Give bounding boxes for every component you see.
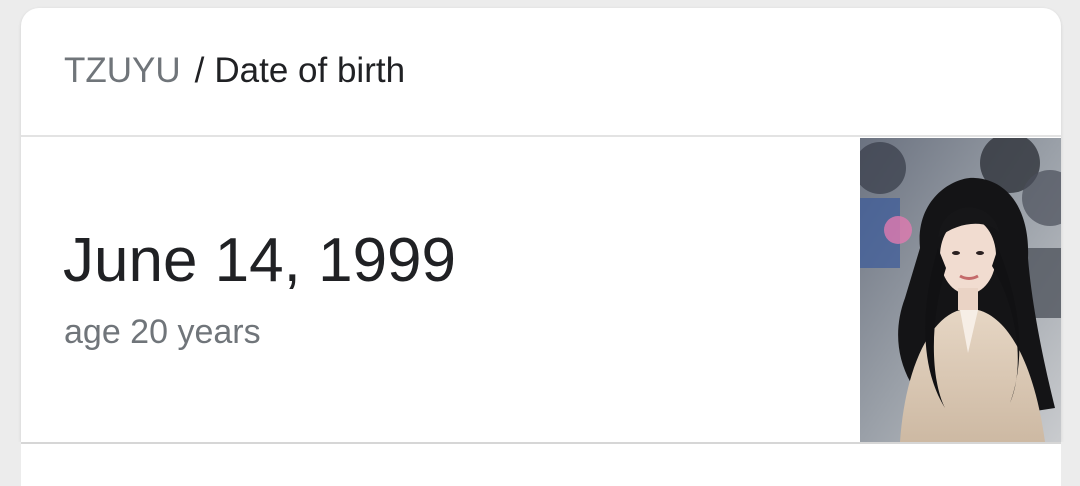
next-card: [21, 444, 1061, 486]
card-bottom-divider: [21, 442, 1061, 444]
breadcrumb-attribute: Date of birth: [214, 51, 406, 90]
person-photo-icon: [860, 138, 1061, 442]
breadcrumb-subject-link[interactable]: TZUYU: [64, 51, 181, 90]
header-divider: [21, 135, 1061, 137]
person-photo-thumbnail[interactable]: [860, 138, 1061, 442]
breadcrumb: TZUYU / Date of birth: [64, 51, 405, 91]
knowledge-card: TZUYU / Date of birth June 14, 1999 age 20…: [21, 8, 1061, 442]
answer-subtext: age 20 years: [64, 313, 261, 351]
breadcrumb-separator: /: [194, 51, 205, 90]
answer-value: June 14, 1999: [63, 226, 457, 295]
